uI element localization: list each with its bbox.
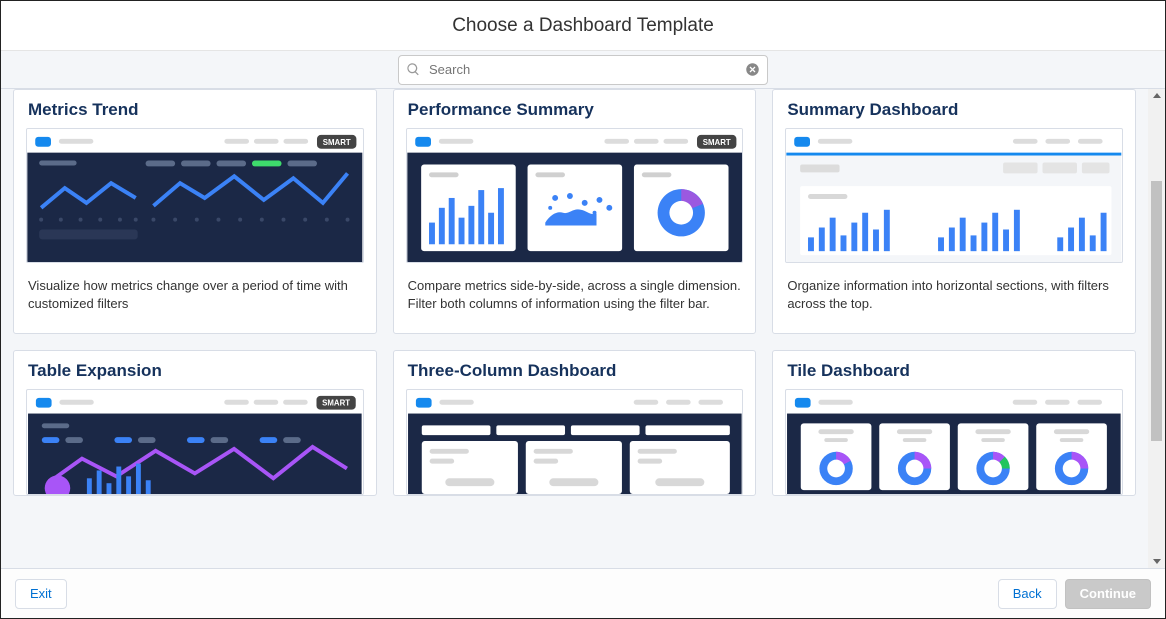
search-toolbar (1, 51, 1165, 89)
modal-title: Choose a Dashboard Template (452, 15, 714, 37)
search-icon (406, 62, 421, 77)
template-desc: Visualize how metrics change over a peri… (14, 263, 376, 333)
exit-button[interactable]: Exit (15, 579, 67, 609)
svg-text:SMART: SMART (322, 399, 350, 408)
svg-text:SMART: SMART (702, 138, 730, 147)
template-title: Three-Column Dashboard (394, 351, 756, 389)
template-title: Summary Dashboard (773, 90, 1135, 128)
template-preview: SMART (26, 128, 364, 263)
clear-search-icon[interactable] (745, 62, 760, 77)
footer-right-group: Back Continue (998, 579, 1151, 609)
template-preview (785, 128, 1123, 263)
content-wrap: Metrics Trend SMART (1, 89, 1165, 568)
template-title: Table Expansion (14, 351, 376, 389)
svg-text:SMART: SMART (323, 138, 351, 147)
template-title: Tile Dashboard (773, 351, 1135, 389)
scroll-up-icon[interactable] (1152, 91, 1162, 101)
template-title: Metrics Trend (14, 90, 376, 128)
template-card-metrics-trend[interactable]: Metrics Trend SMART (13, 89, 377, 334)
template-preview (406, 389, 744, 495)
scroll-down-icon[interactable] (1152, 556, 1162, 566)
search-input[interactable] (398, 55, 768, 85)
modal-header: Choose a Dashboard Template (1, 1, 1165, 51)
template-preview: SMART (406, 128, 744, 263)
search-field-wrap (398, 55, 768, 85)
vertical-scrollbar[interactable] (1148, 89, 1165, 568)
template-card-summary-dashboard[interactable]: Summary Dashboard (772, 89, 1136, 334)
template-card-tile-dashboard[interactable]: Tile Dashboard (772, 350, 1136, 496)
template-card-three-column[interactable]: Three-Column Dashboard (393, 350, 757, 496)
template-scroll-area[interactable]: Metrics Trend SMART (1, 89, 1148, 568)
continue-button: Continue (1065, 579, 1151, 609)
template-card-performance-summary[interactable]: Performance Summary SMART (393, 89, 757, 334)
back-button[interactable]: Back (998, 579, 1057, 609)
template-grid: Metrics Trend SMART (13, 89, 1136, 496)
template-preview (785, 389, 1123, 495)
template-preview: SMART (26, 389, 364, 495)
modal-footer: Exit Back Continue (1, 568, 1165, 618)
template-desc: Organize information into horizontal sec… (773, 263, 1135, 333)
template-card-table-expansion[interactable]: Table Expansion SMART (13, 350, 377, 496)
template-desc: Compare metrics side-by-side, across a s… (394, 263, 756, 333)
template-title: Performance Summary (394, 90, 756, 128)
scrollbar-thumb[interactable] (1151, 181, 1162, 441)
scrollbar-track[interactable] (1151, 101, 1162, 556)
